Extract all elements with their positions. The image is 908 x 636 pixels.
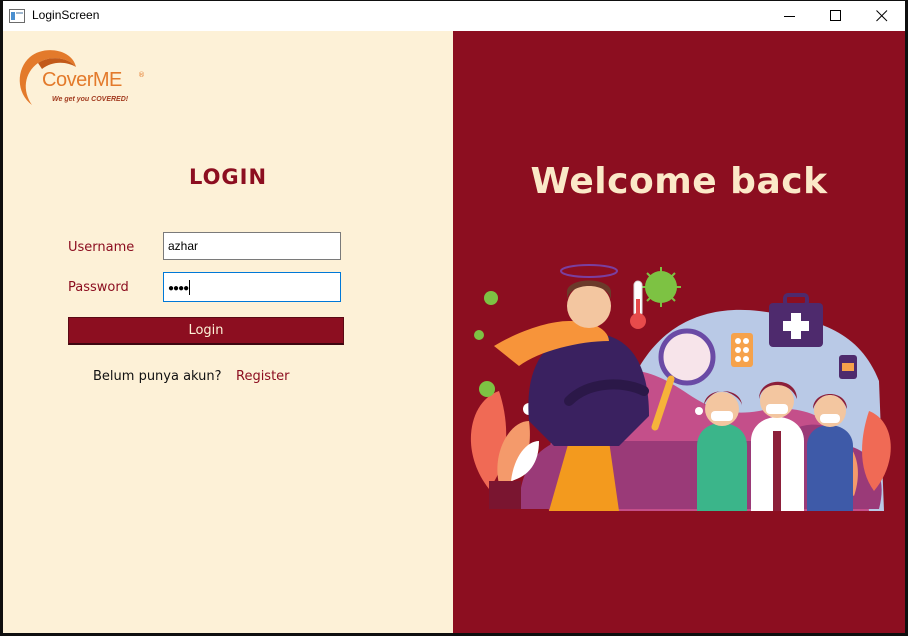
pill-pack-icon <box>731 333 753 367</box>
close-icon <box>876 10 888 22</box>
no-account-text: Belum punya akun? <box>93 369 222 384</box>
register-link[interactable]: Register <box>236 369 290 384</box>
welcome-heading: Welcome back <box>530 161 828 202</box>
password-input[interactable]: ●●●● <box>163 272 341 302</box>
login-button[interactable]: Login <box>68 317 344 345</box>
medicine-bottle-icon <box>839 355 857 379</box>
app-icon <box>9 9 25 23</box>
login-window: LoginScreen CoverME ® We get you COVERED… <box>3 1 905 633</box>
first-aid-kit-icon <box>769 293 823 347</box>
welcome-panel: Welcome back <box>453 31 905 633</box>
window-title: LoginScreen <box>32 8 100 22</box>
logo-registered-mark: ® <box>138 71 145 79</box>
login-panel: CoverME ® We get you COVERED! LOGIN User… <box>3 31 453 633</box>
maximize-icon <box>830 10 841 21</box>
maximize-button[interactable] <box>813 1 859 31</box>
coverme-logo: CoverME ® We get you COVERED! <box>14 43 154 109</box>
virus-spike <box>641 267 681 307</box>
password-label: Password <box>68 280 129 295</box>
password-mask: ●●●● <box>168 283 189 294</box>
username-value: azhar <box>168 239 199 253</box>
username-input[interactable]: azhar <box>163 232 341 260</box>
login-title: LOGIN <box>188 165 268 189</box>
logo-tagline: We get you COVERED! <box>52 96 129 103</box>
title-bar[interactable]: LoginScreen <box>3 1 905 31</box>
logo-wordmark: CoverME <box>42 69 122 91</box>
close-button[interactable] <box>859 1 905 31</box>
medical-illustration <box>470 264 891 511</box>
minimize-button[interactable] <box>767 1 813 31</box>
thermometer-icon <box>630 280 646 329</box>
text-caret <box>189 280 191 296</box>
minimize-icon <box>784 16 795 17</box>
username-label: Username <box>68 240 135 255</box>
